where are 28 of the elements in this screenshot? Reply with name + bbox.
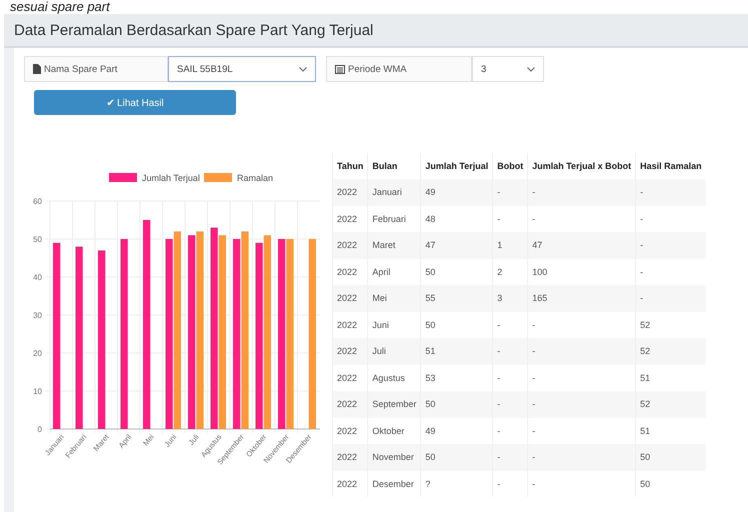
- field-label: Nama Spare Part: [24, 56, 168, 82]
- y-tick-label: 40: [33, 273, 42, 282]
- legend-item[interactable]: Ramalan: [204, 173, 274, 183]
- y-tick-label: 50: [33, 235, 42, 244]
- chevron-icon: [527, 66, 535, 72]
- field-label: Periode WMA: [326, 56, 472, 82]
- table-cell: ?: [420, 470, 493, 497]
- legend-item[interactable]: Jumlah Terjual: [109, 173, 200, 183]
- y-tick-label: 0: [38, 425, 42, 434]
- legend-label: Ramalan: [237, 173, 274, 183]
- select-field[interactable]: 3: [472, 56, 544, 82]
- caption-text: sesuai spare part: [9, 0, 112, 14]
- y-tick-label: 20: [33, 349, 42, 358]
- file-icon: [33, 64, 41, 74]
- legend-label: Jumlah Terjual: [142, 173, 200, 183]
- select-field[interactable]: SAIL 55B19L: [168, 56, 316, 82]
- y-tick-label: 30: [33, 311, 42, 320]
- table-cell: -: [528, 470, 636, 497]
- y-tick-label: 10: [33, 387, 42, 396]
- submit-button[interactable]: ✔ Lihat Hasil: [34, 90, 236, 115]
- card-title: Data Peramalan Berdasarkan Spare Part Yang Terjual: [14, 22, 374, 38]
- chevron-icon: [299, 66, 307, 72]
- table-cell: -: [492, 470, 528, 497]
- table-cell: Desember: [368, 470, 421, 497]
- y-tick-label: 60: [33, 197, 42, 206]
- table-cell: 50: [636, 470, 706, 497]
- list-icon: [335, 64, 345, 74]
- table-cell: 2022: [332, 470, 368, 497]
